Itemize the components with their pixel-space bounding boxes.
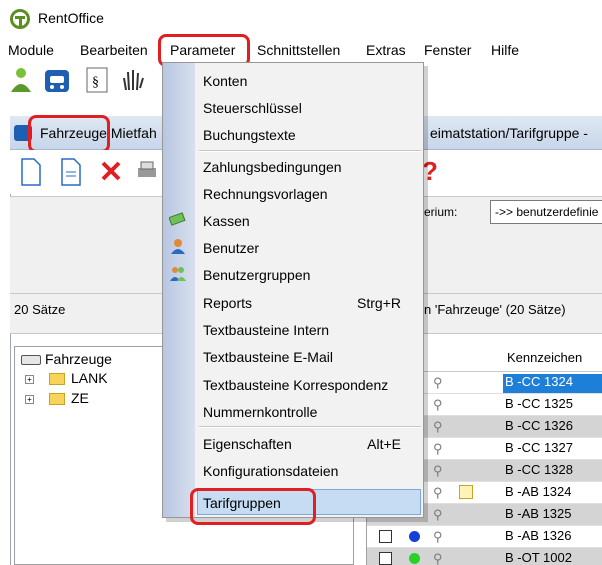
column-header-kennzeichen[interactable]: Kennzeichen <box>507 350 582 365</box>
table-row[interactable]: ⚲ B -AB 1326 <box>367 526 602 548</box>
hand-icon[interactable] <box>120 66 146 94</box>
menu-item-textbausteine-email[interactable]: Textbausteine E-Mail <box>203 345 421 369</box>
parameter-menu: Konten Steuerschlüssel Buchungstexte Zah… <box>162 62 424 518</box>
status-dot-icon <box>409 531 420 542</box>
menu-hilfe[interactable]: Hilfe <box>491 42 519 58</box>
expand-icon[interactable]: + <box>25 395 34 404</box>
menu-item-textbausteine-intern[interactable]: Textbausteine Intern <box>203 318 421 342</box>
folder-icon <box>49 373 65 385</box>
highlight-box-tarifgruppen <box>190 488 316 525</box>
tree-node-lank[interactable]: LANK <box>71 370 108 386</box>
menu-schnittstellen[interactable]: Schnittstellen <box>257 42 340 58</box>
filter-select[interactable]: ->> benutzerdefinie <box>490 200 602 224</box>
delete-icon[interactable] <box>100 160 122 182</box>
user-icon <box>171 239 185 254</box>
person-icon[interactable] <box>8 66 34 94</box>
record-count: 20 Sätze <box>14 302 66 317</box>
menu-item-reports[interactable]: Reports Strg+R <box>203 291 421 315</box>
menu-icon-strip <box>163 63 195 517</box>
menu-extras[interactable]: Extras <box>366 42 406 58</box>
plate-cell[interactable]: B -CC 1324 <box>503 374 602 393</box>
menu-item-kassen[interactable]: Kassen <box>203 209 421 233</box>
menu-separator <box>199 426 421 428</box>
title-bar: RentOffice <box>0 0 602 36</box>
status-dot-icon <box>409 553 420 564</box>
paperclip-icon: ⚲ <box>433 397 443 412</box>
app-logo-icon <box>10 9 30 29</box>
menu-item-textbausteine-korrespondenz[interactable]: Textbausteine Korrespondenz <box>203 373 421 397</box>
expand-icon[interactable]: + <box>25 375 34 384</box>
menu-bar-overlay: Parameter Schnittstellen Extras Fenster … <box>0 38 602 62</box>
plate-cell[interactable]: B -CC 1327 <box>503 440 602 459</box>
tree-node-ze[interactable]: ZE <box>71 390 89 406</box>
paperclip-icon: ⚲ <box>433 485 443 500</box>
filter-label: erium: <box>424 205 458 219</box>
cash-icon <box>169 212 186 226</box>
new-document-icon[interactable] <box>20 158 42 186</box>
plate-cell[interactable]: B -AB 1326 <box>503 528 602 547</box>
menu-item-benutzergruppen[interactable]: Benutzergruppen <box>203 263 421 287</box>
shortcut-reports: Strg+R <box>357 295 401 311</box>
menu-fenster[interactable]: Fenster <box>424 42 471 58</box>
paperclip-icon: ⚲ <box>433 463 443 478</box>
highlight-box-fahrzeuge <box>28 115 110 153</box>
menu-item-buchungstexte[interactable]: Buchungstexte <box>203 123 421 147</box>
plate-cell[interactable]: B -CC 1325 <box>503 396 602 415</box>
plate-cell[interactable]: B -CC 1328 <box>503 462 602 481</box>
row-checkbox[interactable] <box>379 530 392 543</box>
printer-icon[interactable] <box>136 160 158 182</box>
paperclip-icon: ⚲ <box>433 529 443 544</box>
menu-item-rechnungsvorlagen[interactable]: Rechnungsvorlagen <box>203 182 421 206</box>
note-icon <box>459 485 473 499</box>
menu-item-steuerschluessel[interactable]: Steuerschlüssel <box>203 96 421 120</box>
menu-item-konten[interactable]: Konten <box>203 69 421 93</box>
drive-icon <box>21 355 41 365</box>
car-icon[interactable] <box>44 66 70 94</box>
menu-item-nummernkontrolle[interactable]: Nummernkontrolle <box>203 400 421 424</box>
document-paragraph-icon[interactable]: § <box>84 66 110 94</box>
window-title-suffix: eimatstation/Tarifgruppe - <box>430 125 588 141</box>
paperclip-icon: ⚲ <box>433 551 443 565</box>
menu-separator <box>199 150 421 152</box>
menu-item-konfigurationsdateien[interactable]: Konfigurationsdateien <box>203 459 421 483</box>
edit-document-icon[interactable] <box>60 158 82 186</box>
user-group-icon <box>170 267 186 281</box>
plate-cell[interactable]: B -AB 1324 <box>503 484 602 503</box>
paperclip-icon: ⚲ <box>433 419 443 434</box>
plate-cell[interactable]: B -OT 1002 <box>503 550 602 565</box>
plate-cell[interactable]: B -AB 1325 <box>503 506 602 525</box>
menu-item-benutzer[interactable]: Benutzer <box>203 236 421 260</box>
shortcut-eigenschaften: Alt+E <box>367 436 401 452</box>
menu-item-eigenschaften[interactable]: Eigenschaften Alt+E <box>203 432 421 456</box>
folder-icon <box>49 393 65 405</box>
tree-root-label[interactable]: Fahrzeuge <box>45 351 112 367</box>
row-checkbox[interactable] <box>379 552 392 565</box>
window-title: RentOffice <box>38 10 104 26</box>
svg-text:§: § <box>92 75 99 90</box>
menu-item-zahlungsbedingungen[interactable]: Zahlungsbedingungen <box>203 155 421 179</box>
paperclip-icon: ⚲ <box>433 375 443 390</box>
plate-cell[interactable]: B -CC 1326 <box>503 418 602 437</box>
paperclip-icon: ⚲ <box>433 507 443 522</box>
record-status-right: n 'Fahrzeuge' (20 Sätze) <box>424 302 566 317</box>
paperclip-icon: ⚲ <box>433 441 443 456</box>
table-row[interactable]: ⚲ B -OT 1002 <box>367 548 602 565</box>
